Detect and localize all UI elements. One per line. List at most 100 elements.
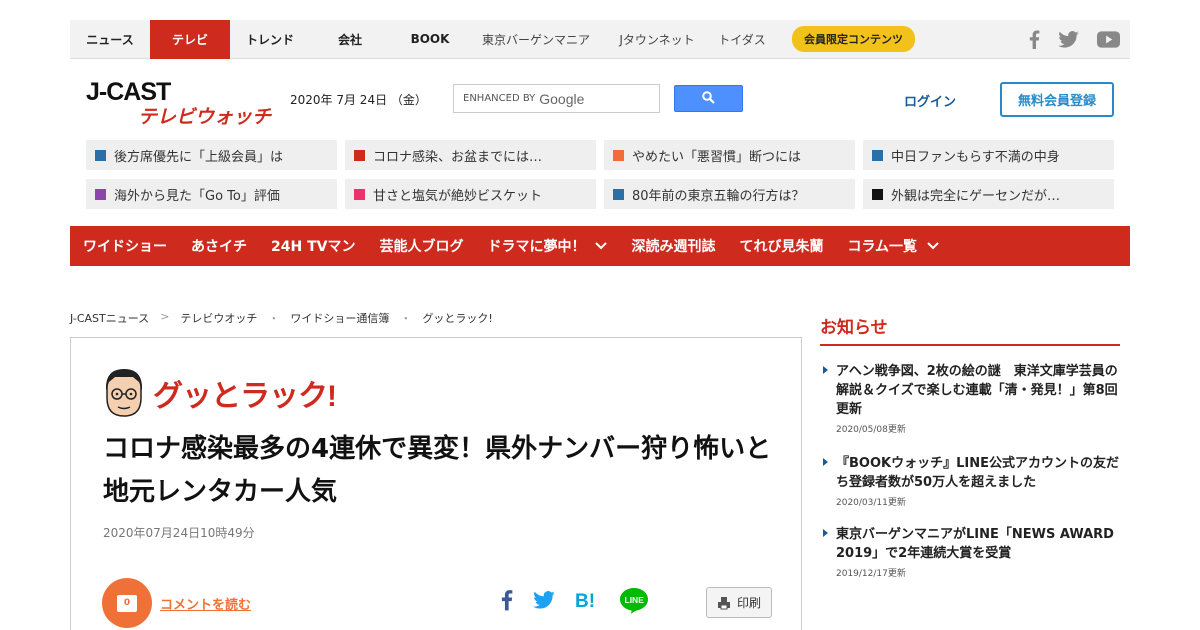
- ticker-text: コロナ感染、お盆までには…: [373, 149, 543, 165]
- breadcrumb-item[interactable]: グッとラック!: [422, 310, 492, 326]
- login-link[interactable]: ログイン: [904, 91, 956, 110]
- nav-asaichi[interactable]: あさイチ: [191, 236, 247, 256]
- ticker-bullet: [613, 188, 624, 200]
- print-button[interactable]: 印刷: [706, 587, 772, 618]
- ticker-bullet: [95, 188, 106, 200]
- social-links: [1029, 20, 1120, 59]
- sidebar-title: お知らせ: [820, 318, 888, 338]
- breadcrumb: J-CASTニュース > テレビウオッチ ・ ワイドショー通信簿 ・ グッとラッ…: [70, 310, 493, 326]
- nav-label: 24H TVマン: [271, 239, 356, 255]
- breadcrumb-item[interactable]: J-CASTニュース: [70, 310, 149, 326]
- nav-celebrity-blog[interactable]: 芸能人ブログ: [379, 236, 463, 256]
- nav-label: コラム一覧: [847, 239, 918, 255]
- topnav-news[interactable]: ニュース: [70, 20, 150, 59]
- ticker-text: 中日ファンもらす不満の中身: [891, 149, 1060, 165]
- ticker-item[interactable]: コロナ感染、お盆までには…: [345, 140, 596, 170]
- breadcrumb-separator: >: [160, 310, 170, 323]
- nav-label: ワイドショー: [83, 239, 167, 255]
- site-logo[interactable]: J-CAST テレビウォッチ: [86, 78, 271, 128]
- line-share-icon[interactable]: LINE: [619, 586, 649, 618]
- topnav-trend[interactable]: トレンド: [230, 20, 310, 59]
- hatena-bookmark-icon[interactable]: B!: [575, 590, 599, 614]
- chevron-down-icon: [595, 242, 608, 250]
- current-date: 2020年 7月 24日 （金）: [290, 93, 427, 107]
- nav-24h-tvman[interactable]: 24H TVマン: [271, 236, 355, 256]
- news-item[interactable]: 東京バーゲンマニアがLINE「NEWS AWARD 2019」で2年連続大賞を受…: [820, 525, 1120, 579]
- nav-weekly-magazine[interactable]: 深読み週刊誌: [631, 236, 715, 256]
- facebook-share-icon[interactable]: [501, 589, 513, 615]
- article-headline: コロナ感染最多の4連休で異変！県外ナンバー狩り怖いと地元レンタカー人気: [103, 434, 772, 507]
- ticker-bullet: [95, 149, 106, 161]
- ticker-item[interactable]: 80年前の東京五輪の行方は？: [604, 179, 855, 209]
- ticker-item[interactable]: やめたい「悪習慣」断つには: [604, 140, 855, 170]
- program-banner[interactable]: グッとラック!: [103, 368, 337, 418]
- search-google-label: Google: [539, 90, 585, 107]
- nav-label: てれび見朱蘭: [739, 239, 824, 255]
- news-date: 2020/05/08更新: [836, 425, 906, 435]
- nav-label: 深読み週刊誌: [631, 239, 716, 255]
- search-icon: [702, 89, 715, 108]
- nav-label: 芸能人ブログ: [379, 239, 464, 255]
- topnav-toidas[interactable]: トイダス: [712, 20, 772, 59]
- svg-text:B!: B!: [575, 591, 595, 610]
- ticker-text: 80年前の東京五輪の行方は？: [632, 188, 805, 204]
- ticker-item[interactable]: 後方席優先に「上級会員」は: [86, 140, 337, 170]
- news-title: 『BOOKウォッチ』LINE公式アカウントの友だち登録者数が50万人を超えました: [836, 456, 1119, 490]
- comment-count: 0: [117, 594, 137, 612]
- nav-terebi-mishuran[interactable]: てれび見朱蘭: [739, 236, 823, 256]
- news-date: 2019/12/17更新: [836, 569, 906, 579]
- breadcrumb-separator: ・: [400, 312, 412, 325]
- twitter-share-icon[interactable]: [533, 591, 555, 613]
- news-date: 2020/03/11更新: [836, 498, 906, 508]
- print-icon: [717, 596, 730, 609]
- share-buttons: B! LINE: [501, 586, 649, 618]
- article-card: グッとラック! コロナ感染最多の4連休で異変！県外ナンバー狩り怖いと地元レンタカ…: [70, 337, 802, 630]
- ticker-bullet: [354, 149, 365, 161]
- facebook-icon[interactable]: [1029, 30, 1040, 49]
- breadcrumb-item[interactable]: テレビウオッチ: [180, 310, 257, 326]
- caret-right-icon: [823, 458, 828, 466]
- ticker-item[interactable]: 甘さと塩気が絶妙ビスケット: [345, 179, 596, 209]
- headline-ticker: 後方席優先に「上級会員」は コロナ感染、お盆までには… やめたい「悪習慣」断つに…: [86, 140, 1114, 209]
- search-input[interactable]: ENHANCED BY Google: [453, 84, 660, 113]
- news-item[interactable]: 『BOOKウォッチ』LINE公式アカウントの友だち登録者数が50万人を超えました…: [820, 454, 1120, 508]
- news-item[interactable]: アヘン戦争図、2枚の絵の謎 東洋文庫学芸員の解説＆クイズで楽しむ連載「清・発見！…: [820, 362, 1120, 435]
- news-title: 東京バーゲンマニアがLINE「NEWS AWARD 2019」で2年連続大賞を受…: [836, 527, 1114, 561]
- topnav-bargain-mania[interactable]: 東京バーゲンマニア: [470, 20, 602, 59]
- topnav-jtown[interactable]: Jタウンネット: [602, 20, 712, 59]
- ticker-text: 外観は完全にゲーセンだが…: [891, 188, 1061, 204]
- search-button[interactable]: [674, 85, 743, 112]
- member-content-button[interactable]: 会員限定コンテンツ: [792, 26, 915, 52]
- news-title: アヘン戦争図、2枚の絵の謎 東洋文庫学芸員の解説＆クイズで楽しむ連載「清・発見！…: [836, 364, 1118, 417]
- youtube-icon[interactable]: [1097, 31, 1120, 48]
- nav-wideshow[interactable]: ワイドショー: [83, 236, 167, 256]
- comment-button[interactable]: 0: [102, 578, 152, 628]
- logo-tvwatch: テレビウォッチ: [138, 107, 272, 128]
- ticker-text: 後方席優先に「上級会員」は: [114, 149, 284, 165]
- breadcrumb-item[interactable]: ワイドショー通信簿: [290, 310, 389, 326]
- ticker-item[interactable]: 中日ファンもらす不満の中身: [863, 140, 1114, 170]
- read-comments-link[interactable]: コメントを読む: [160, 594, 251, 613]
- register-button[interactable]: 無料会員登録: [1000, 82, 1114, 117]
- topnav-tv[interactable]: テレビ: [150, 19, 230, 59]
- nav-label: ドラマに夢中！: [487, 239, 586, 255]
- nav-drama[interactable]: ドラマに夢中！: [487, 236, 608, 256]
- nav-label: あさイチ: [191, 239, 247, 255]
- search-enhanced-label: ENHANCED BY: [463, 93, 536, 104]
- top-navigation: ニュース テレビ トレンド 会社 BOOK 東京バーゲンマニア Jタウンネット …: [70, 19, 1130, 59]
- caret-right-icon: [823, 366, 828, 374]
- ticker-text: やめたい「悪習慣」断つには: [632, 149, 802, 165]
- topnav-company[interactable]: 会社: [310, 20, 390, 59]
- breadcrumb-separator: ・: [268, 312, 280, 325]
- ticker-bullet: [354, 188, 365, 200]
- topnav-book[interactable]: BOOK: [390, 20, 470, 59]
- ticker-bullet: [872, 149, 883, 161]
- ticker-item[interactable]: 外観は完全にゲーセンだが…: [863, 179, 1114, 209]
- ticker-bullet: [872, 188, 883, 200]
- twitter-icon[interactable]: [1058, 31, 1079, 48]
- ticker-text: 海外から見た「Go To」評価: [114, 188, 280, 204]
- nav-column-list[interactable]: コラム一覧: [847, 236, 939, 256]
- ticker-item[interactable]: 海外から見た「Go To」評価: [86, 179, 337, 209]
- publish-date: 2020年07月24日10時49分: [103, 526, 255, 540]
- host-caricature-icon: [105, 369, 143, 417]
